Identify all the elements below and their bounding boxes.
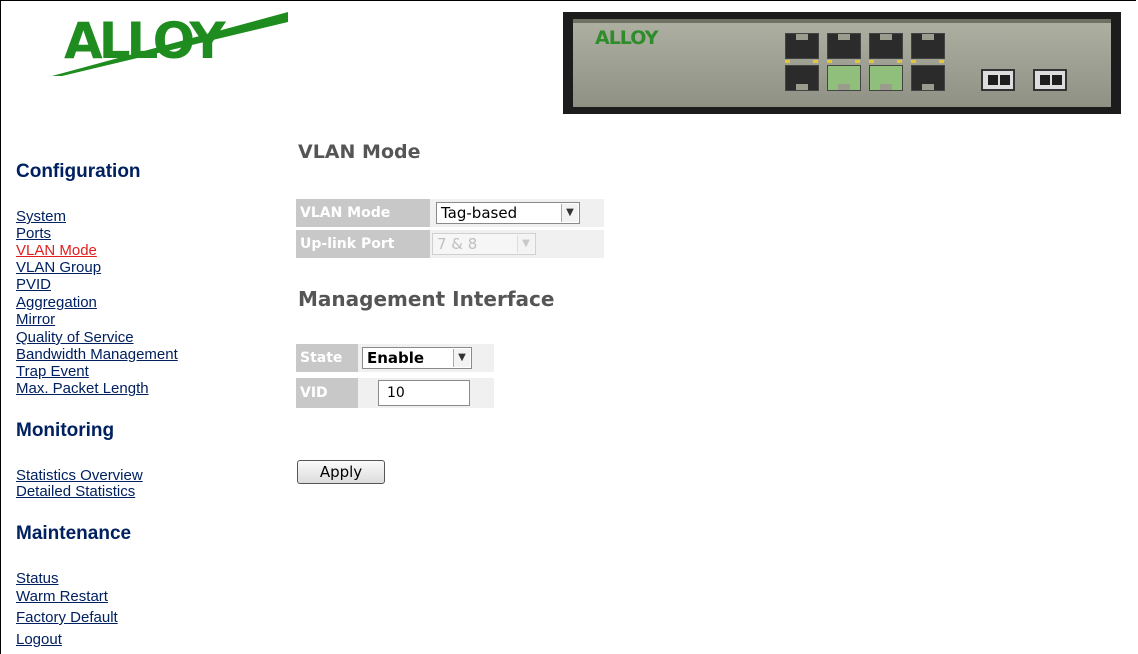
nav-bandwidth-management[interactable]: Bandwidth Management bbox=[16, 347, 178, 362]
nav-warm-restart[interactable]: Warm Restart bbox=[16, 589, 108, 604]
uplink-port-row: Up-link Port 7 & 8 ▼ bbox=[296, 230, 604, 258]
nav-vlan-mode[interactable]: VLAN Mode bbox=[16, 243, 97, 258]
vlan-mode-select-value: Tag-based bbox=[441, 204, 518, 222]
chevron-down-icon: ▼ bbox=[453, 349, 470, 367]
chevron-down-icon: ▼ bbox=[561, 204, 578, 222]
nav-detailed-statistics[interactable]: Detailed Statistics bbox=[16, 484, 135, 499]
nav-trap-event[interactable]: Trap Event bbox=[16, 364, 89, 379]
top-border bbox=[0, 0, 1136, 1]
nav-vlan-group[interactable]: VLAN Group bbox=[16, 260, 101, 275]
svg-text:ALLOY: ALLOY bbox=[64, 12, 226, 70]
state-select[interactable]: Enable ▼ bbox=[362, 347, 472, 369]
vid-label: VID bbox=[296, 378, 358, 408]
switch-logo: ALLOY bbox=[595, 27, 658, 49]
left-border bbox=[0, 0, 1, 654]
state-row: State Enable ▼ bbox=[296, 344, 494, 372]
vlan-mode-select[interactable]: Tag-based ▼ bbox=[436, 202, 580, 224]
state-label: State bbox=[296, 344, 358, 372]
uplink-port-select-value: 7 & 8 bbox=[437, 235, 478, 253]
nav-logout[interactable]: Logout bbox=[16, 632, 62, 647]
vlan-mode-label: VLAN Mode bbox=[296, 199, 430, 227]
management-interface-heading: Management Interface bbox=[298, 287, 555, 311]
nav-ports[interactable]: Ports bbox=[16, 226, 51, 241]
section-title-maintenance: Maintenance bbox=[16, 523, 132, 544]
alloy-logo: ALLOY bbox=[52, 12, 288, 78]
state-select-value: Enable bbox=[367, 349, 425, 367]
section-title-monitoring: Monitoring bbox=[16, 420, 115, 441]
uplink-port-select: 7 & 8 ▼ bbox=[432, 233, 536, 255]
nav-factory-default[interactable]: Factory Default bbox=[16, 610, 118, 625]
section-title-configuration: Configuration bbox=[16, 161, 141, 182]
nav-status[interactable]: Status bbox=[16, 571, 59, 586]
nav-pvid[interactable]: PVID bbox=[16, 277, 51, 292]
nav-max-packet-length[interactable]: Max. Packet Length bbox=[16, 381, 149, 396]
vlan-mode-heading: VLAN Mode bbox=[298, 141, 421, 163]
nav-quality-of-service[interactable]: Quality of Service bbox=[16, 330, 134, 345]
vid-row: VID 10 bbox=[296, 378, 494, 408]
apply-button[interactable]: Apply bbox=[297, 460, 385, 484]
nav-statistics-overview[interactable]: Statistics Overview bbox=[16, 468, 143, 483]
uplink-port-label: Up-link Port bbox=[296, 230, 430, 258]
nav-mirror[interactable]: Mirror bbox=[16, 312, 55, 327]
nav-aggregation[interactable]: Aggregation bbox=[16, 295, 97, 310]
vlan-mode-row: VLAN Mode Tag-based ▼ bbox=[296, 199, 604, 227]
nav-system[interactable]: System bbox=[16, 209, 66, 224]
chevron-down-icon: ▼ bbox=[517, 235, 534, 253]
switch-front-panel-image: ALLOY bbox=[563, 12, 1121, 114]
vid-input[interactable]: 10 bbox=[378, 380, 470, 406]
